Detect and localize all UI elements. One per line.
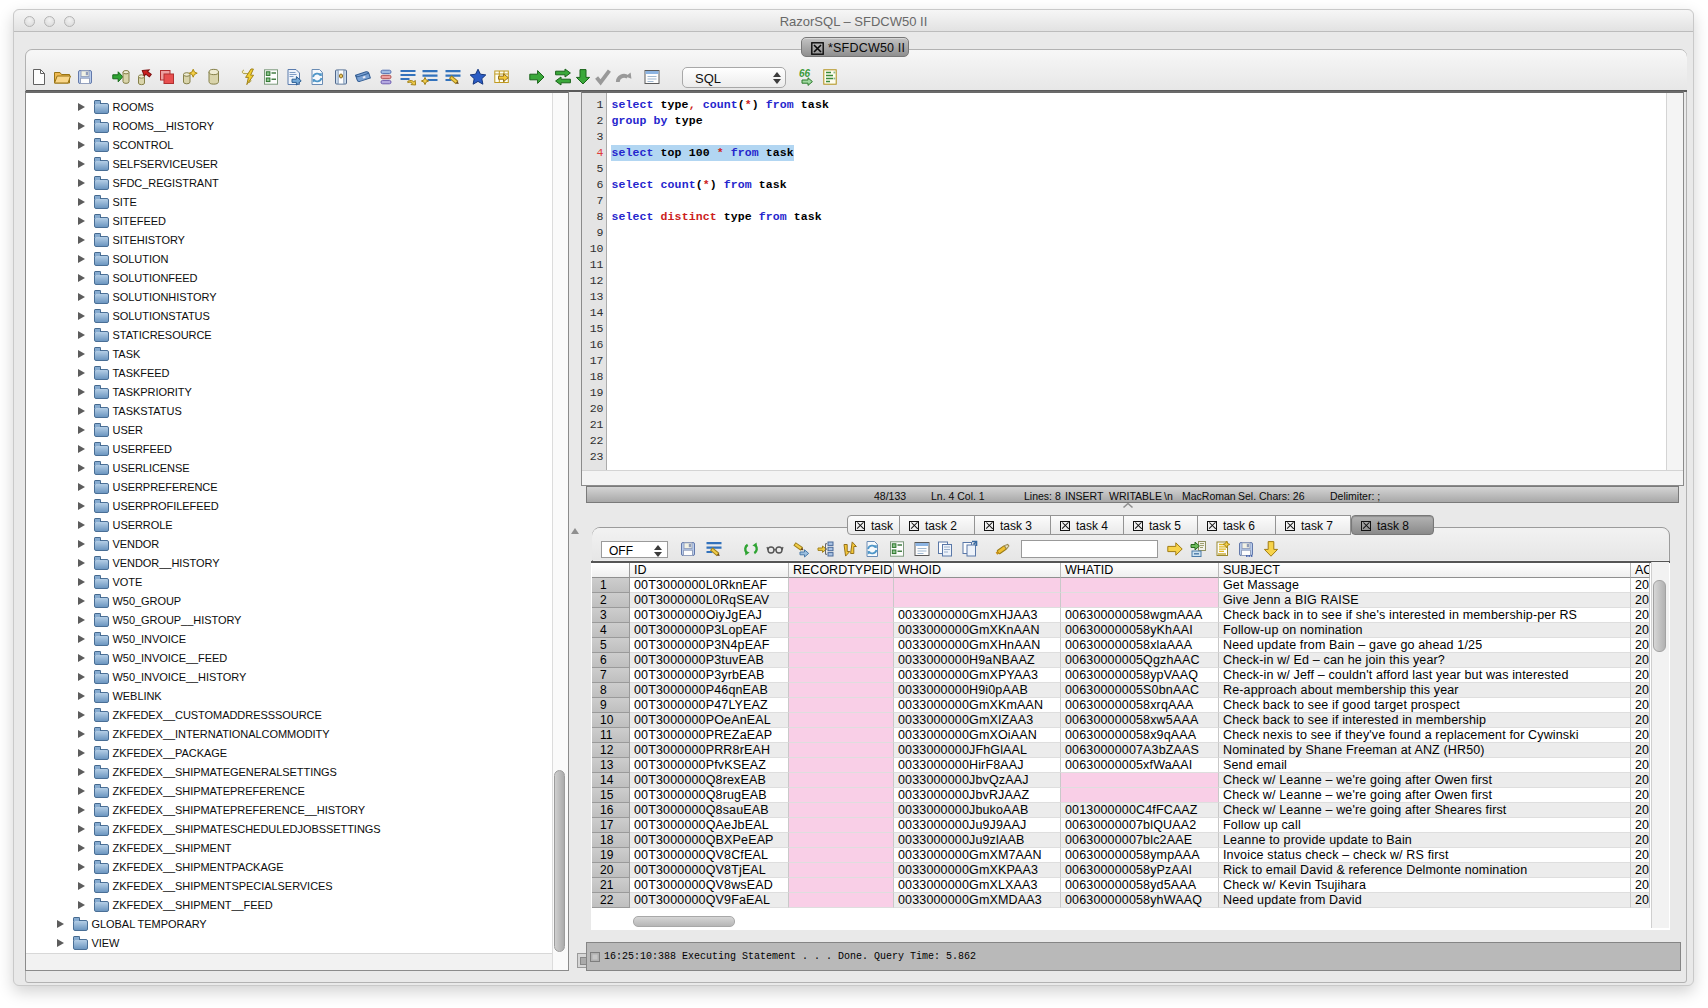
svg-text:66: 66: [799, 68, 811, 79]
